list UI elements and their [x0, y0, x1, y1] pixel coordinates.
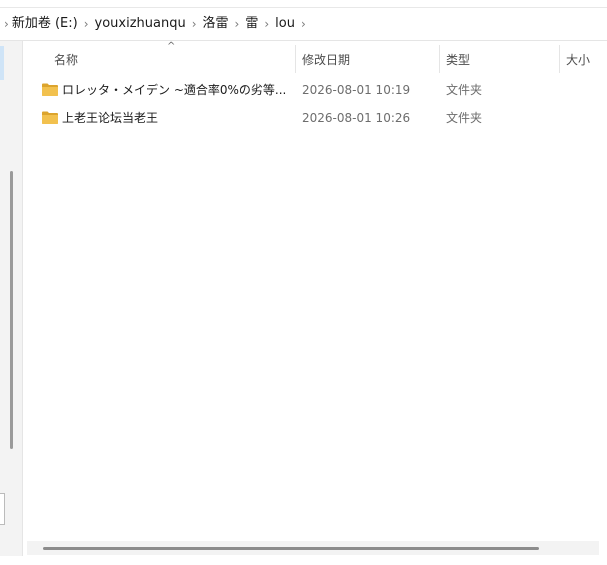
breadcrumb-item-lou[interactable]: lou: [275, 8, 295, 40]
address-bar[interactable]: › 新加卷 (E:) › youxizhuanqu › 洛雷 › 雷 › lou…: [0, 8, 607, 41]
breadcrumb-item-youxizhuanqu[interactable]: youxizhuanqu: [95, 8, 186, 40]
breadcrumb-chevron-icon[interactable]: ›: [78, 8, 95, 40]
file-date: 2026-08-01 10:19: [302, 83, 411, 97]
window-bottom-edge: [0, 556, 607, 565]
breadcrumb-item-drive[interactable]: 新加卷 (E:): [12, 8, 78, 40]
breadcrumb-item-lei[interactable]: 雷: [245, 8, 258, 40]
file-name[interactable]: ロレッタ・メイデン ~適合率0%の劣等...: [62, 78, 294, 102]
breadcrumb-chevron-icon[interactable]: ›: [295, 8, 312, 40]
file-list[interactable]: ^ 名称 修改日期 类型 大小 ロレッタ・メイデン ~適合率0%の劣等... 2…: [23, 41, 607, 565]
navigation-pane[interactable]: [0, 41, 23, 556]
file-row[interactable]: 上老王论坛当老王 2026-08-01 10:26 文件夹: [23, 106, 607, 130]
navigation-scrollbar[interactable]: [10, 171, 13, 449]
breadcrumb-chevron-icon[interactable]: ›: [186, 8, 203, 40]
navigation-selected-item[interactable]: [0, 46, 4, 80]
column-divider[interactable]: [295, 45, 296, 73]
folder-icon: [42, 111, 58, 124]
file-date: 2026-08-01 10:26: [302, 111, 411, 125]
folder-icon: [42, 83, 58, 96]
column-header-type[interactable]: 类型: [446, 47, 470, 73]
breadcrumb-item-luolei[interactable]: 洛雷: [203, 8, 229, 40]
breadcrumb-chevron-icon[interactable]: ›: [258, 8, 275, 40]
column-header-date[interactable]: 修改日期: [302, 47, 350, 73]
column-divider[interactable]: [559, 45, 560, 73]
file-row[interactable]: ロレッタ・メイデン ~適合率0%の劣等... 2026-08-01 10:19 …: [23, 78, 607, 102]
breadcrumb-overflow-chevron-icon[interactable]: ›: [0, 8, 12, 40]
file-type: 文件夹: [446, 111, 483, 125]
sort-ascending-icon: ^: [167, 41, 176, 52]
file-type: 文件夹: [446, 83, 483, 97]
navigation-item-edge[interactable]: [0, 493, 5, 525]
breadcrumb-chevron-icon[interactable]: ›: [229, 8, 246, 40]
column-header-name[interactable]: 名称: [54, 47, 78, 73]
horizontal-scrollbar[interactable]: [27, 541, 599, 555]
column-header-size[interactable]: 大小: [566, 47, 590, 73]
file-name[interactable]: 上老王论坛当老王: [62, 106, 294, 130]
horizontal-scrollbar-thumb[interactable]: [43, 547, 539, 550]
window-top-edge: [0, 0, 607, 8]
column-divider[interactable]: [439, 45, 440, 73]
